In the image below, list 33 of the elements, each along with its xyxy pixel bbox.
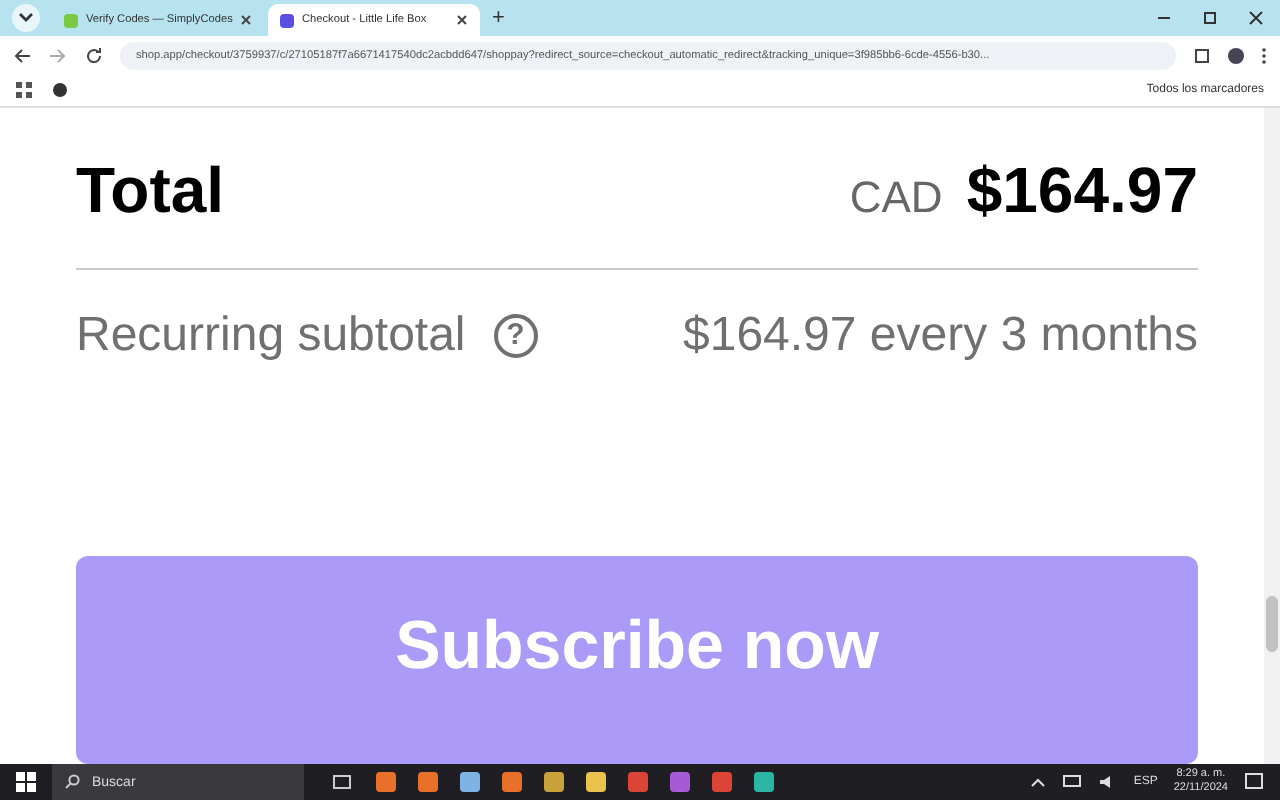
total-label: Total	[76, 154, 225, 229]
task-view-icon[interactable]	[332, 772, 352, 792]
total-amount: $164.97	[966, 154, 1198, 229]
close-icon[interactable]	[1248, 10, 1264, 26]
apps-grid-icon[interactable]	[16, 82, 32, 98]
taskbar-app-icon[interactable]	[712, 772, 732, 792]
close-tab-icon[interactable]	[456, 14, 468, 26]
taskbar-app-icon[interactable]	[376, 772, 396, 792]
scrollbar-thumb[interactable]	[1266, 596, 1278, 652]
taskbar-app-icon[interactable]	[502, 772, 522, 792]
close-tab-icon[interactable]	[240, 14, 253, 26]
taskbar-app-icon[interactable]	[670, 772, 690, 792]
profile-avatar[interactable]	[1228, 47, 1244, 63]
show-hidden-icons[interactable]	[1029, 776, 1046, 788]
reload-icon[interactable]	[84, 45, 104, 65]
taskbar-app-icon[interactable]	[418, 772, 438, 792]
more-icon[interactable]	[1260, 45, 1268, 65]
taskbar-app-icon[interactable]	[544, 772, 564, 792]
new-tab-button[interactable]: +	[492, 4, 505, 32]
recurring-subtotal-value: $164.97 every 3 months	[683, 307, 1198, 364]
recurring-subtotal-label: Recurring subtotal	[76, 307, 466, 364]
currency-code: CAD	[849, 171, 943, 224]
taskbar-app-icon[interactable]	[628, 772, 648, 792]
search-icon	[64, 774, 80, 790]
tab-search-icon[interactable]	[12, 4, 40, 32]
help-button[interactable]: ?	[493, 313, 538, 358]
taskbar-app-icon[interactable]	[460, 772, 480, 792]
restore-icon[interactable]	[1202, 10, 1218, 26]
windows-start-icon[interactable]	[16, 772, 36, 792]
taskbar-app-icon[interactable]	[754, 772, 774, 792]
taskbar-app-icon[interactable]	[586, 772, 606, 792]
notifications-icon[interactable]	[1244, 772, 1264, 792]
back-icon[interactable]	[12, 45, 32, 65]
